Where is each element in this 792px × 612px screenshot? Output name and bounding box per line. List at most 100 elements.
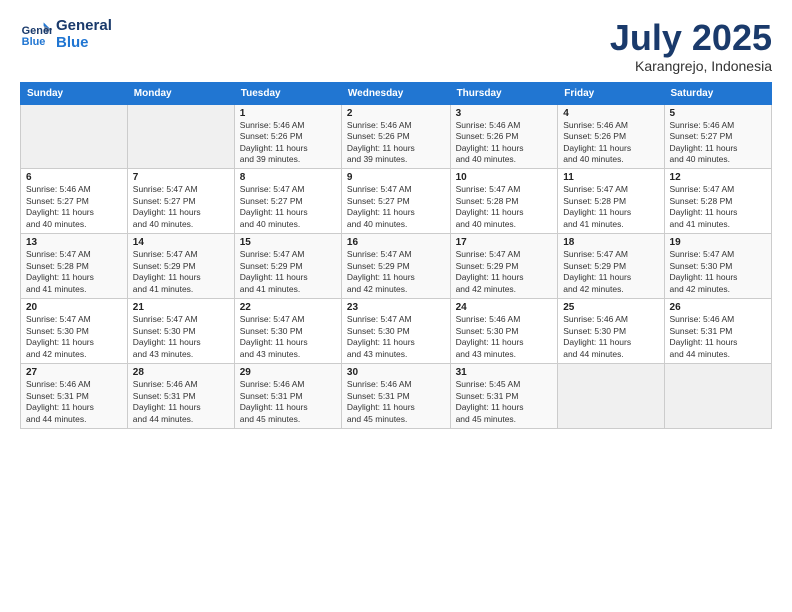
day-number: 23 <box>347 302 445 313</box>
day-detail: Sunrise: 5:47 AM Sunset: 5:30 PM Dayligh… <box>347 314 445 360</box>
calendar-cell: 17Sunrise: 5:47 AM Sunset: 5:29 PM Dayli… <box>450 234 558 299</box>
day-detail: Sunrise: 5:46 AM Sunset: 5:30 PM Dayligh… <box>456 314 553 360</box>
calendar-cell <box>127 104 234 169</box>
col-saturday: Saturday <box>664 82 771 104</box>
day-number: 5 <box>670 108 766 119</box>
svg-text:Blue: Blue <box>22 36 46 48</box>
day-number: 11 <box>563 172 658 183</box>
day-detail: Sunrise: 5:46 AM Sunset: 5:31 PM Dayligh… <box>26 379 122 425</box>
calendar-cell: 14Sunrise: 5:47 AM Sunset: 5:29 PM Dayli… <box>127 234 234 299</box>
calendar-cell <box>664 364 771 429</box>
calendar-cell: 25Sunrise: 5:46 AM Sunset: 5:30 PM Dayli… <box>558 299 664 364</box>
day-number: 31 <box>456 367 553 378</box>
day-detail: Sunrise: 5:47 AM Sunset: 5:29 PM Dayligh… <box>456 249 553 295</box>
day-detail: Sunrise: 5:46 AM Sunset: 5:27 PM Dayligh… <box>670 120 766 166</box>
subtitle: Karangrejo, Indonesia <box>610 58 772 74</box>
logo-line1: General <box>56 18 112 35</box>
day-detail: Sunrise: 5:47 AM Sunset: 5:29 PM Dayligh… <box>240 249 336 295</box>
col-thursday: Thursday <box>450 82 558 104</box>
day-number: 19 <box>670 237 766 248</box>
calendar-cell: 12Sunrise: 5:47 AM Sunset: 5:28 PM Dayli… <box>664 169 771 234</box>
day-detail: Sunrise: 5:46 AM Sunset: 5:26 PM Dayligh… <box>563 120 658 166</box>
day-detail: Sunrise: 5:46 AM Sunset: 5:31 PM Dayligh… <box>240 379 336 425</box>
calendar-cell: 11Sunrise: 5:47 AM Sunset: 5:28 PM Dayli… <box>558 169 664 234</box>
day-detail: Sunrise: 5:47 AM Sunset: 5:29 PM Dayligh… <box>563 249 658 295</box>
week-row-1: 1Sunrise: 5:46 AM Sunset: 5:26 PM Daylig… <box>21 104 772 169</box>
day-number: 4 <box>563 108 658 119</box>
header-row: Sunday Monday Tuesday Wednesday Thursday… <box>21 82 772 104</box>
day-detail: Sunrise: 5:46 AM Sunset: 5:31 PM Dayligh… <box>133 379 229 425</box>
title-block: July 2025 Karangrejo, Indonesia <box>610 18 772 74</box>
day-detail: Sunrise: 5:47 AM Sunset: 5:28 PM Dayligh… <box>26 249 122 295</box>
day-detail: Sunrise: 5:47 AM Sunset: 5:30 PM Dayligh… <box>670 249 766 295</box>
calendar-cell: 26Sunrise: 5:46 AM Sunset: 5:31 PM Dayli… <box>664 299 771 364</box>
day-detail: Sunrise: 5:47 AM Sunset: 5:29 PM Dayligh… <box>347 249 445 295</box>
day-number: 7 <box>133 172 229 183</box>
calendar-cell: 10Sunrise: 5:47 AM Sunset: 5:28 PM Dayli… <box>450 169 558 234</box>
day-detail: Sunrise: 5:47 AM Sunset: 5:30 PM Dayligh… <box>133 314 229 360</box>
day-detail: Sunrise: 5:46 AM Sunset: 5:26 PM Dayligh… <box>240 120 336 166</box>
calendar-cell: 27Sunrise: 5:46 AM Sunset: 5:31 PM Dayli… <box>21 364 128 429</box>
day-detail: Sunrise: 5:46 AM Sunset: 5:26 PM Dayligh… <box>456 120 553 166</box>
day-detail: Sunrise: 5:46 AM Sunset: 5:27 PM Dayligh… <box>26 184 122 230</box>
day-number: 15 <box>240 237 336 248</box>
day-detail: Sunrise: 5:47 AM Sunset: 5:28 PM Dayligh… <box>670 184 766 230</box>
day-detail: Sunrise: 5:47 AM Sunset: 5:27 PM Dayligh… <box>133 184 229 230</box>
day-detail: Sunrise: 5:47 AM Sunset: 5:27 PM Dayligh… <box>347 184 445 230</box>
col-wednesday: Wednesday <box>341 82 450 104</box>
day-number: 8 <box>240 172 336 183</box>
day-number: 26 <box>670 302 766 313</box>
week-row-5: 27Sunrise: 5:46 AM Sunset: 5:31 PM Dayli… <box>21 364 772 429</box>
day-number: 1 <box>240 108 336 119</box>
day-number: 6 <box>26 172 122 183</box>
calendar-cell: 31Sunrise: 5:45 AM Sunset: 5:31 PM Dayli… <box>450 364 558 429</box>
header: General Blue General Blue July 2025 Kara… <box>20 18 772 74</box>
day-number: 14 <box>133 237 229 248</box>
col-tuesday: Tuesday <box>234 82 341 104</box>
calendar-cell: 2Sunrise: 5:46 AM Sunset: 5:26 PM Daylig… <box>341 104 450 169</box>
day-number: 21 <box>133 302 229 313</box>
day-detail: Sunrise: 5:47 AM Sunset: 5:28 PM Dayligh… <box>456 184 553 230</box>
week-row-2: 6Sunrise: 5:46 AM Sunset: 5:27 PM Daylig… <box>21 169 772 234</box>
day-number: 30 <box>347 367 445 378</box>
calendar-cell: 3Sunrise: 5:46 AM Sunset: 5:26 PM Daylig… <box>450 104 558 169</box>
calendar-cell: 29Sunrise: 5:46 AM Sunset: 5:31 PM Dayli… <box>234 364 341 429</box>
calendar-table: Sunday Monday Tuesday Wednesday Thursday… <box>20 82 772 429</box>
col-friday: Friday <box>558 82 664 104</box>
day-number: 3 <box>456 108 553 119</box>
day-number: 9 <box>347 172 445 183</box>
calendar-cell: 8Sunrise: 5:47 AM Sunset: 5:27 PM Daylig… <box>234 169 341 234</box>
day-number: 17 <box>456 237 553 248</box>
day-detail: Sunrise: 5:47 AM Sunset: 5:28 PM Dayligh… <box>563 184 658 230</box>
calendar-cell: 6Sunrise: 5:46 AM Sunset: 5:27 PM Daylig… <box>21 169 128 234</box>
col-monday: Monday <box>127 82 234 104</box>
day-detail: Sunrise: 5:47 AM Sunset: 5:30 PM Dayligh… <box>26 314 122 360</box>
day-detail: Sunrise: 5:47 AM Sunset: 5:29 PM Dayligh… <box>133 249 229 295</box>
week-row-3: 13Sunrise: 5:47 AM Sunset: 5:28 PM Dayli… <box>21 234 772 299</box>
calendar-cell: 9Sunrise: 5:47 AM Sunset: 5:27 PM Daylig… <box>341 169 450 234</box>
day-number: 29 <box>240 367 336 378</box>
week-row-4: 20Sunrise: 5:47 AM Sunset: 5:30 PM Dayli… <box>21 299 772 364</box>
calendar-cell: 7Sunrise: 5:47 AM Sunset: 5:27 PM Daylig… <box>127 169 234 234</box>
day-number: 27 <box>26 367 122 378</box>
page: General Blue General Blue July 2025 Kara… <box>0 0 792 612</box>
day-detail: Sunrise: 5:47 AM Sunset: 5:30 PM Dayligh… <box>240 314 336 360</box>
day-number: 22 <box>240 302 336 313</box>
day-number: 20 <box>26 302 122 313</box>
day-number: 25 <box>563 302 658 313</box>
calendar-cell: 15Sunrise: 5:47 AM Sunset: 5:29 PM Dayli… <box>234 234 341 299</box>
calendar-cell: 30Sunrise: 5:46 AM Sunset: 5:31 PM Dayli… <box>341 364 450 429</box>
day-number: 18 <box>563 237 658 248</box>
calendar-cell: 20Sunrise: 5:47 AM Sunset: 5:30 PM Dayli… <box>21 299 128 364</box>
calendar-cell: 23Sunrise: 5:47 AM Sunset: 5:30 PM Dayli… <box>341 299 450 364</box>
calendar-cell: 24Sunrise: 5:46 AM Sunset: 5:30 PM Dayli… <box>450 299 558 364</box>
calendar-cell: 21Sunrise: 5:47 AM Sunset: 5:30 PM Dayli… <box>127 299 234 364</box>
calendar-cell: 13Sunrise: 5:47 AM Sunset: 5:28 PM Dayli… <box>21 234 128 299</box>
calendar-cell <box>21 104 128 169</box>
day-number: 16 <box>347 237 445 248</box>
day-detail: Sunrise: 5:46 AM Sunset: 5:26 PM Dayligh… <box>347 120 445 166</box>
calendar-cell: 16Sunrise: 5:47 AM Sunset: 5:29 PM Dayli… <box>341 234 450 299</box>
calendar-cell: 1Sunrise: 5:46 AM Sunset: 5:26 PM Daylig… <box>234 104 341 169</box>
day-detail: Sunrise: 5:46 AM Sunset: 5:31 PM Dayligh… <box>347 379 445 425</box>
logo: General Blue General Blue <box>20 18 112 51</box>
